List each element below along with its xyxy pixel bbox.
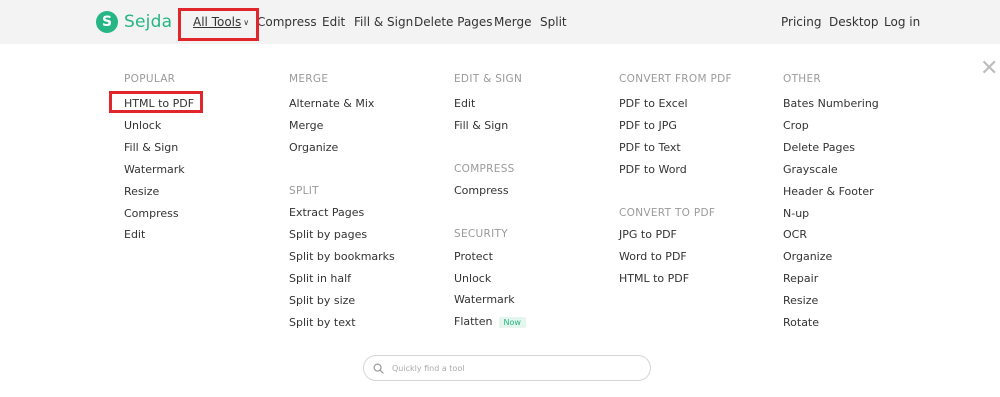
section-title-split: SPLIT xyxy=(289,185,319,197)
tool-link-flatten-label: Flatten xyxy=(454,315,493,328)
tool-link-crop[interactable]: Crop xyxy=(783,119,809,132)
nav-delete-pages[interactable]: Delete Pages xyxy=(414,15,493,29)
logo-mark-icon: S xyxy=(96,11,118,33)
logo-text: Sejda xyxy=(124,12,173,32)
tool-link-flatten[interactable]: Flatten Now xyxy=(454,315,526,328)
section-title-popular: POPULAR xyxy=(124,73,176,85)
tool-link-bates-numbering[interactable]: Bates Numbering xyxy=(783,97,879,110)
top-navigation-bar: S Sejda All Tools ∨ Compress Edit Fill & … xyxy=(0,0,1000,44)
nav-all-tools[interactable]: All Tools ∨ xyxy=(193,15,249,29)
tool-link-pdf-to-text[interactable]: PDF to Text xyxy=(619,141,681,154)
tool-link-pdf-to-jpg[interactable]: PDF to JPG xyxy=(619,119,677,132)
tool-link-watermark[interactable]: Watermark xyxy=(124,163,185,176)
nav-split[interactable]: Split xyxy=(540,15,567,29)
tool-link-fill-sign[interactable]: Fill & Sign xyxy=(124,141,178,154)
tool-link-edit[interactable]: Edit xyxy=(454,97,475,110)
tool-link-edit[interactable]: Edit xyxy=(124,228,145,241)
nav-compress[interactable]: Compress xyxy=(257,15,317,29)
tool-link-pdf-to-word[interactable]: PDF to Word xyxy=(619,163,687,176)
tool-link-split-by-bookmarks[interactable]: Split by bookmarks xyxy=(289,250,395,263)
tool-link-organize[interactable]: Organize xyxy=(783,250,832,263)
tool-link-unlock[interactable]: Unlock xyxy=(124,119,161,132)
tool-link-repair[interactable]: Repair xyxy=(783,272,818,285)
close-icon[interactable]: ✕ xyxy=(980,58,998,80)
tool-link-split-by-text[interactable]: Split by text xyxy=(289,316,356,329)
search-icon xyxy=(372,362,384,374)
tool-link-split-in-half[interactable]: Split in half xyxy=(289,272,351,285)
tool-link-split-by-pages[interactable]: Split by pages xyxy=(289,228,367,241)
tool-link-word-to-pdf[interactable]: Word to PDF xyxy=(619,250,687,263)
tool-link-n-up[interactable]: N-up xyxy=(783,207,809,220)
tool-link-header-footer[interactable]: Header & Footer xyxy=(783,185,874,198)
search-input[interactable] xyxy=(390,362,634,374)
tool-link-html-to-pdf[interactable]: HTML to PDF xyxy=(124,97,194,110)
section-title-edit-sign: EDIT & SIGN xyxy=(454,73,523,85)
section-title-convert-to-pdf: CONVERT TO PDF xyxy=(619,207,716,219)
section-title-compress: COMPRESS xyxy=(454,163,515,175)
tool-link-compress[interactable]: Compress xyxy=(124,207,179,220)
tool-link-ocr[interactable]: OCR xyxy=(783,228,807,241)
nav-desktop[interactable]: Desktop xyxy=(829,15,879,29)
section-title-other: OTHER xyxy=(783,73,822,85)
sejda-logo[interactable]: S Sejda xyxy=(96,11,172,33)
nav-edit[interactable]: Edit xyxy=(322,15,345,29)
tool-link-grayscale[interactable]: Grayscale xyxy=(783,163,838,176)
tool-link-compress[interactable]: Compress xyxy=(454,184,509,197)
tool-search-box[interactable] xyxy=(363,355,651,381)
section-title-security: SECURITY xyxy=(454,228,508,240)
nav-merge[interactable]: Merge xyxy=(494,15,531,29)
tool-link-jpg-to-pdf[interactable]: JPG to PDF xyxy=(619,228,677,241)
nav-log-in[interactable]: Log in xyxy=(884,15,920,29)
nav-all-tools-label: All Tools xyxy=(193,15,242,29)
tool-link-watermark[interactable]: Watermark xyxy=(454,293,515,306)
tool-link-protect[interactable]: Protect xyxy=(454,250,493,263)
section-title-convert-from-pdf: CONVERT FROM PDF xyxy=(619,73,732,85)
nav-fill-sign[interactable]: Fill & Sign xyxy=(354,15,413,29)
nav-pricing[interactable]: Pricing xyxy=(781,15,821,29)
new-badge: Now xyxy=(498,316,526,328)
tool-link-unlock[interactable]: Unlock xyxy=(454,272,491,285)
tool-link-split-by-size[interactable]: Split by size xyxy=(289,294,355,307)
tool-link-resize[interactable]: Resize xyxy=(783,294,818,307)
tool-link-organize[interactable]: Organize xyxy=(289,141,338,154)
tool-link-extract-pages[interactable]: Extract Pages xyxy=(289,206,364,219)
tool-link-fill-sign[interactable]: Fill & Sign xyxy=(454,119,508,132)
tool-link-rotate[interactable]: Rotate xyxy=(783,316,819,329)
section-title-merge: MERGE xyxy=(289,73,329,85)
tool-link-alternate-mix[interactable]: Alternate & Mix xyxy=(289,97,374,110)
tool-link-delete-pages[interactable]: Delete Pages xyxy=(783,141,855,154)
chevron-down-icon: ∨ xyxy=(243,18,250,27)
tool-link-merge[interactable]: Merge xyxy=(289,119,323,132)
tool-link-resize[interactable]: Resize xyxy=(124,185,159,198)
tool-link-pdf-to-excel[interactable]: PDF to Excel xyxy=(619,97,688,110)
tool-link-html-to-pdf[interactable]: HTML to PDF xyxy=(619,272,689,285)
